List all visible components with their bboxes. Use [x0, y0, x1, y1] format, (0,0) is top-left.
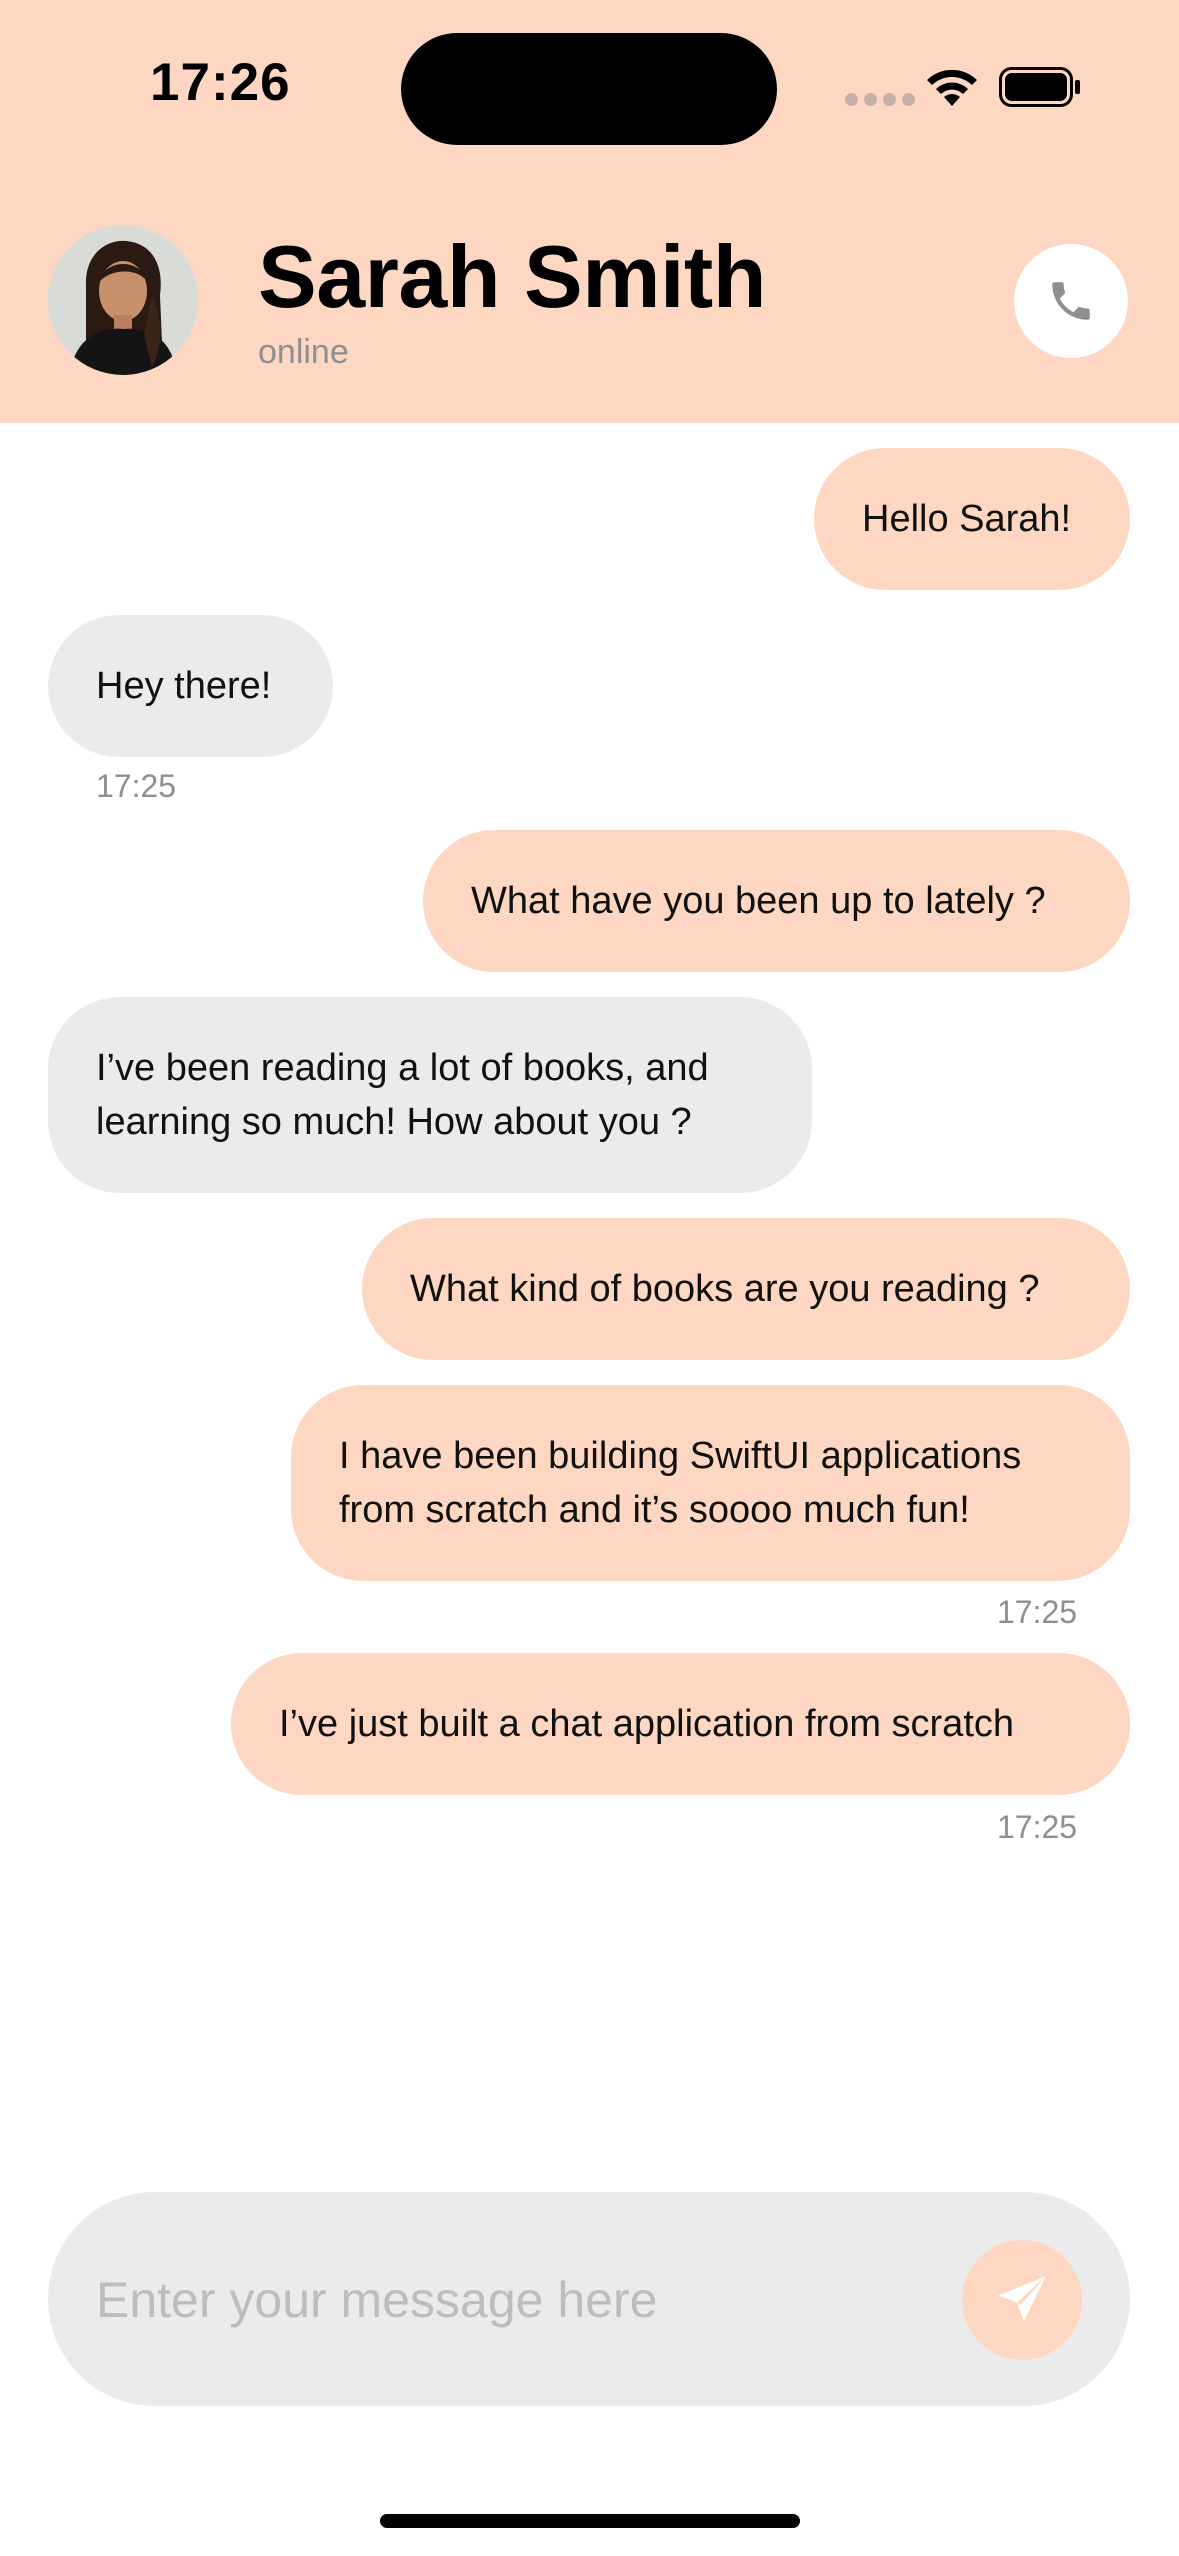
message-bubble-outgoing[interactable]: I’ve just built a chat application from … [231, 1653, 1130, 1795]
battery-icon [999, 67, 1080, 107]
cellular-signal-icon [845, 93, 915, 106]
message-bubble-outgoing[interactable]: What kind of books are you reading ? [362, 1218, 1130, 1360]
call-button[interactable] [1014, 244, 1128, 358]
message-bubble-incoming[interactable]: Hey there! [48, 615, 333, 757]
message-text-line: I have been building SwiftUI application… [339, 1435, 1022, 1477]
message-text-line: I’ve been reading a lot of books, and [96, 1047, 709, 1089]
avatar[interactable] [48, 225, 198, 375]
message-timestamp: 17:25 [96, 768, 177, 804]
message-text: I’ve just built a chat application from … [279, 1703, 1015, 1745]
send-button[interactable] [962, 2240, 1082, 2360]
wifi-icon [927, 69, 977, 106]
message-text-line: learning so much! How about you ? [96, 1101, 692, 1143]
message-bubble-outgoing[interactable]: What have you been up to lately ? [423, 830, 1130, 972]
message-composer [48, 2192, 1130, 2406]
message-bubble-outgoing[interactable]: Hello Sarah! [814, 448, 1130, 590]
message-bubble-incoming[interactable]: I’ve been reading a lot of books, and le… [48, 997, 812, 1193]
message-timestamp: 17:25 [997, 1809, 1078, 1845]
dynamic-island [401, 33, 777, 145]
home-indicator[interactable] [380, 2514, 800, 2528]
message-text: Hey there! [96, 665, 272, 707]
chat-header: 17:26 Sarah Smith online [0, 0, 1179, 423]
message-input[interactable] [96, 2252, 966, 2348]
message-text: Hello Sarah! [862, 498, 1072, 540]
contact-name: Sarah Smith [258, 227, 766, 326]
message-timestamp: 17:25 [997, 1594, 1078, 1630]
message-text-line: from scratch and it’s soooo much fun! [339, 1489, 970, 1531]
message-bubble-outgoing[interactable]: I have been building SwiftUI application… [291, 1385, 1130, 1581]
contact-status: online [258, 333, 349, 371]
paper-plane-icon [998, 2276, 1046, 2322]
status-bar-time: 17:26 [150, 53, 291, 112]
message-text: What kind of books are you reading ? [410, 1268, 1040, 1310]
message-text: What have you been up to lately ? [471, 880, 1046, 922]
phone-icon [1052, 282, 1090, 320]
